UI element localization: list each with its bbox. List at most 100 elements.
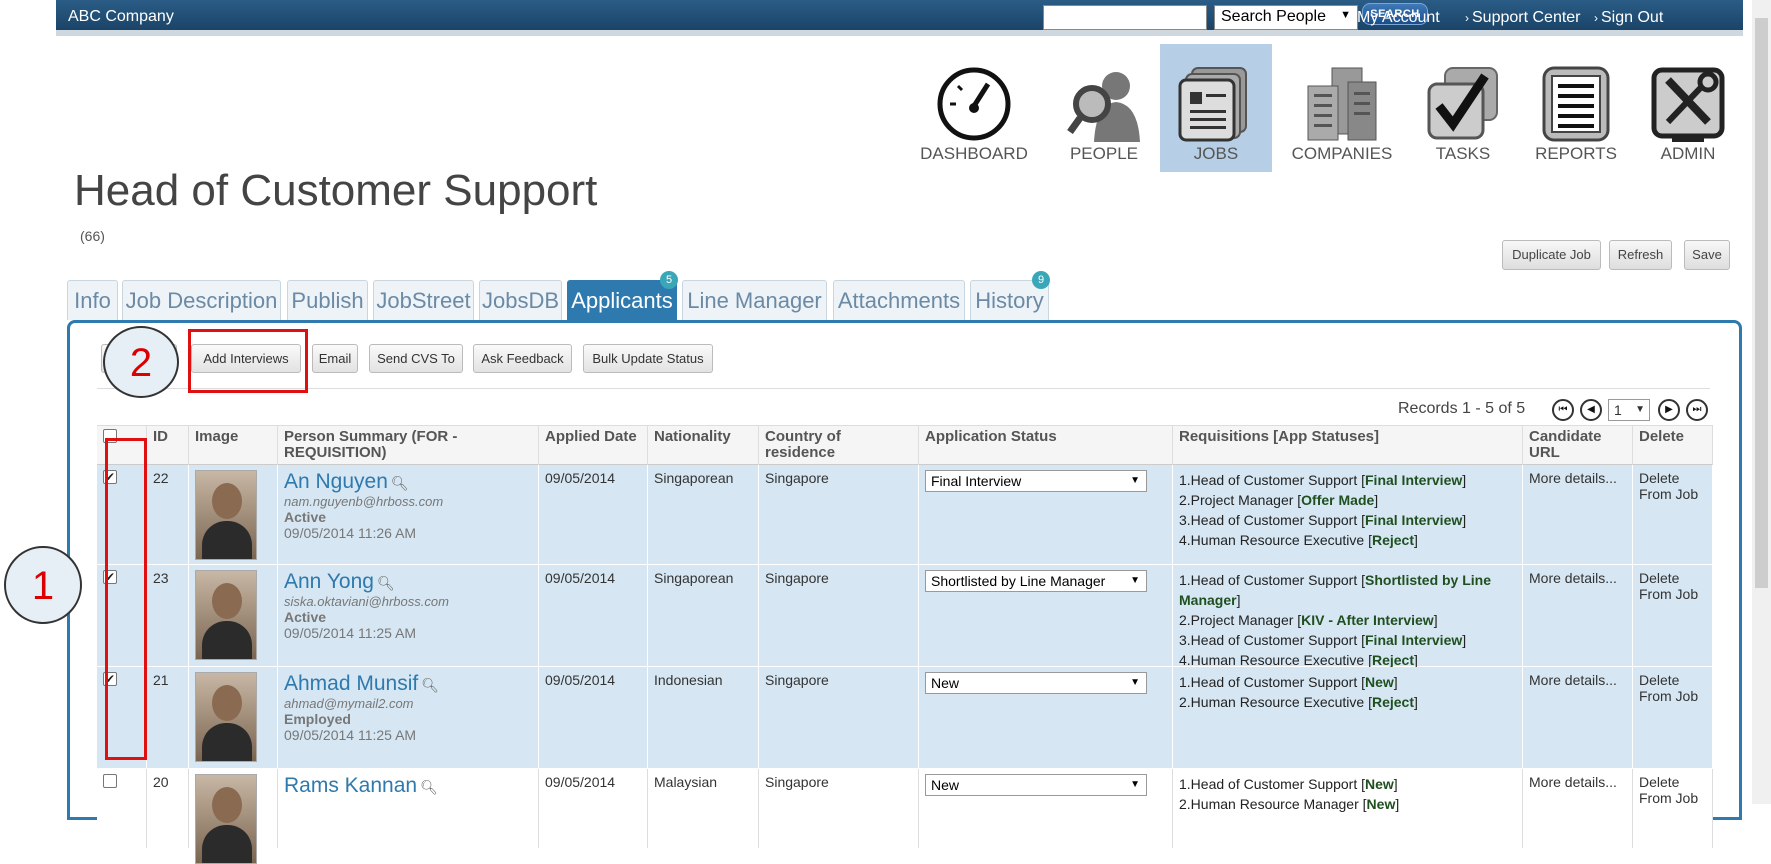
prev-page-icon[interactable]: ◀ <box>1580 399 1602 421</box>
requisition-name: 1.Head of Customer Support [ <box>1179 472 1365 488</box>
companies-building-icon <box>1307 67 1377 141</box>
more-details-link[interactable]: More details... <box>1529 470 1617 486</box>
delete-from-job-link[interactable]: Delete From Job <box>1639 774 1698 806</box>
tab-attachments[interactable]: Attachments <box>833 280 965 320</box>
applicant-name-link[interactable]: Rams Kannan <box>284 774 417 797</box>
table-cell <box>189 465 278 564</box>
country-of-residence: Singapore <box>765 570 829 586</box>
save-button[interactable]: Save <box>1684 240 1730 270</box>
header-application-status: Application Status <box>919 425 1173 465</box>
requisition-status: New <box>1365 674 1394 690</box>
table-cell: Delete From Job <box>1633 667 1713 768</box>
requisition-name: 1.Head of Customer Support [ <box>1179 674 1365 690</box>
refresh-button[interactable]: Refresh <box>1609 240 1672 270</box>
applicant-name-link[interactable]: Ann Yong <box>284 570 374 593</box>
more-details-link[interactable]: More details... <box>1529 774 1617 790</box>
header-country: Country of residence <box>759 425 919 465</box>
nationality: Singaporean <box>654 570 734 586</box>
application-status-select[interactable]: New ▼ <box>925 672 1147 694</box>
applicant-email: nam.nguyenb@hrboss.com <box>284 494 444 509</box>
more-details-link[interactable]: More details... <box>1529 570 1617 586</box>
requisition-item: 2.Human Resource Manager [New] <box>1179 796 1400 812</box>
tab-jobstreet[interactable]: JobStreet <box>373 280 474 320</box>
requisition-name: 4.Human Resource Executive [ <box>1179 532 1372 548</box>
search-input[interactable] <box>1043 5 1207 30</box>
nav-reports[interactable]: REPORTS <box>1520 44 1632 172</box>
table-cell: More details... <box>1523 769 1633 848</box>
tab-jobsdb[interactable]: JobsDB <box>479 280 562 320</box>
requisition-item: 1.Head of Customer Support [Final Interv… <box>1179 472 1467 488</box>
requisition-status: Final Interview <box>1365 472 1463 488</box>
table-cell <box>189 769 278 864</box>
nav-people[interactable]: PEOPLE <box>1049 44 1159 172</box>
requisition-item: 2.Project Manager [Offer Made] <box>1179 492 1379 508</box>
magnifier-icon[interactable]: 🔍︎ <box>377 575 395 591</box>
tab-publish[interactable]: Publish <box>287 280 368 320</box>
header-nationality: Nationality <box>648 425 759 465</box>
vertical-scrollbar[interactable] <box>1752 0 1771 804</box>
nav-admin[interactable]: ADMIN <box>1632 44 1744 172</box>
magnifier-icon[interactable]: 🔍︎ <box>420 779 438 795</box>
table-cell: Singaporean <box>648 565 759 666</box>
country-of-residence: Singapore <box>765 672 829 688</box>
dashboard-gauge-icon <box>937 67 1011 141</box>
nav-tasks[interactable]: TASKS <box>1407 44 1519 172</box>
applicant-name-link[interactable]: Ahmad Munsif <box>284 672 418 695</box>
table-cell: Rams Kannan 🔍︎ <box>278 769 539 848</box>
search-type-select[interactable]: Search People ▼ <box>1214 5 1358 30</box>
last-page-icon[interactable]: ⏭ <box>1686 399 1708 421</box>
sign-out-link[interactable]: › Sign Out <box>1594 9 1663 27</box>
nav-dashboard[interactable]: DASHBOARD <box>918 44 1030 172</box>
table-cell: Singapore <box>759 465 919 564</box>
delete-from-job-link[interactable]: Delete From Job <box>1639 672 1698 704</box>
applied-date: 09/05/2014 <box>545 672 616 688</box>
page-select[interactable]: 1 ▼ <box>1608 399 1650 421</box>
tab-applicants[interactable]: Applicants <box>567 280 677 320</box>
application-status-select[interactable]: New ▼ <box>925 774 1147 796</box>
requisition-status: New <box>1366 796 1396 812</box>
applicant-status: Employed <box>284 711 351 727</box>
tab-line-manager[interactable]: Line Manager <box>682 280 827 320</box>
requisition-name: 3.Head of Customer Support [ <box>1179 632 1365 648</box>
header-image: Image <box>189 425 278 465</box>
my-account-label: My Account <box>1357 9 1440 26</box>
header-candidate-url: Candidate URL <box>1523 425 1633 465</box>
add-interviews-highlight-box <box>188 329 308 393</box>
row-checkbox[interactable] <box>103 774 117 788</box>
applicant-photo <box>195 570 257 660</box>
send-cvs-button[interactable]: Send CVS To <box>369 344 463 373</box>
table-row: 20 Rams Kannan 🔍︎ 09/05/2014 Malaysian Singap… <box>97 769 1713 864</box>
more-details-link[interactable]: More details... <box>1529 672 1617 688</box>
bulk-update-status-button[interactable]: Bulk Update Status <box>583 344 713 373</box>
reports-document-icon <box>1542 66 1610 142</box>
requisition-name: 2.Human Resource Manager [ <box>1179 796 1367 812</box>
duplicate-job-button[interactable]: Duplicate Job <box>1502 240 1601 270</box>
tab-info[interactable]: Info <box>67 280 118 320</box>
next-page-icon[interactable]: ▶ <box>1658 399 1680 421</box>
application-status-select[interactable]: Final Interview ▼ <box>925 470 1147 492</box>
requisition-status: Final Interview <box>1365 632 1463 648</box>
ask-feedback-button[interactable]: Ask Feedback <box>473 344 572 373</box>
nav-jobs[interactable]: JOBS <box>1160 44 1272 172</box>
tab-job-description[interactable]: Job Description <box>122 280 281 320</box>
magnifier-icon[interactable]: 🔍︎ <box>421 677 439 693</box>
search-type-value: Search People <box>1221 8 1326 25</box>
application-status-select[interactable]: Shortlisted by Line Manager ▼ <box>925 570 1147 592</box>
nav-companies[interactable]: COMPANIES <box>1283 44 1401 172</box>
nav-label: COMPANIES <box>1291 144 1393 163</box>
nav-label: DASHBOARD <box>920 144 1028 163</box>
table-cell <box>189 667 278 768</box>
page-title: Head of Customer Support <box>74 166 598 215</box>
my-account-link[interactable]: › My Account <box>1350 9 1440 27</box>
first-page-icon[interactable]: ⏮ <box>1552 399 1574 421</box>
chevron-down-icon: ▼ <box>1130 779 1140 790</box>
support-center-link[interactable]: › Support Center <box>1465 9 1581 27</box>
delete-from-job-link[interactable]: Delete From Job <box>1639 570 1698 602</box>
email-button[interactable]: Email <box>312 344 358 373</box>
scrollbar-thumb[interactable] <box>1755 18 1768 588</box>
magnifier-icon[interactable]: 🔍︎ <box>391 475 409 491</box>
divider <box>97 388 1710 389</box>
applicant-name-link[interactable]: An Nguyen <box>284 470 388 493</box>
delete-from-job-link[interactable]: Delete From Job <box>1639 470 1698 502</box>
table-row: ✔ 22 An Nguyen 🔍︎ nam.nguyenb@hrboss.com Acti… <box>97 465 1713 565</box>
